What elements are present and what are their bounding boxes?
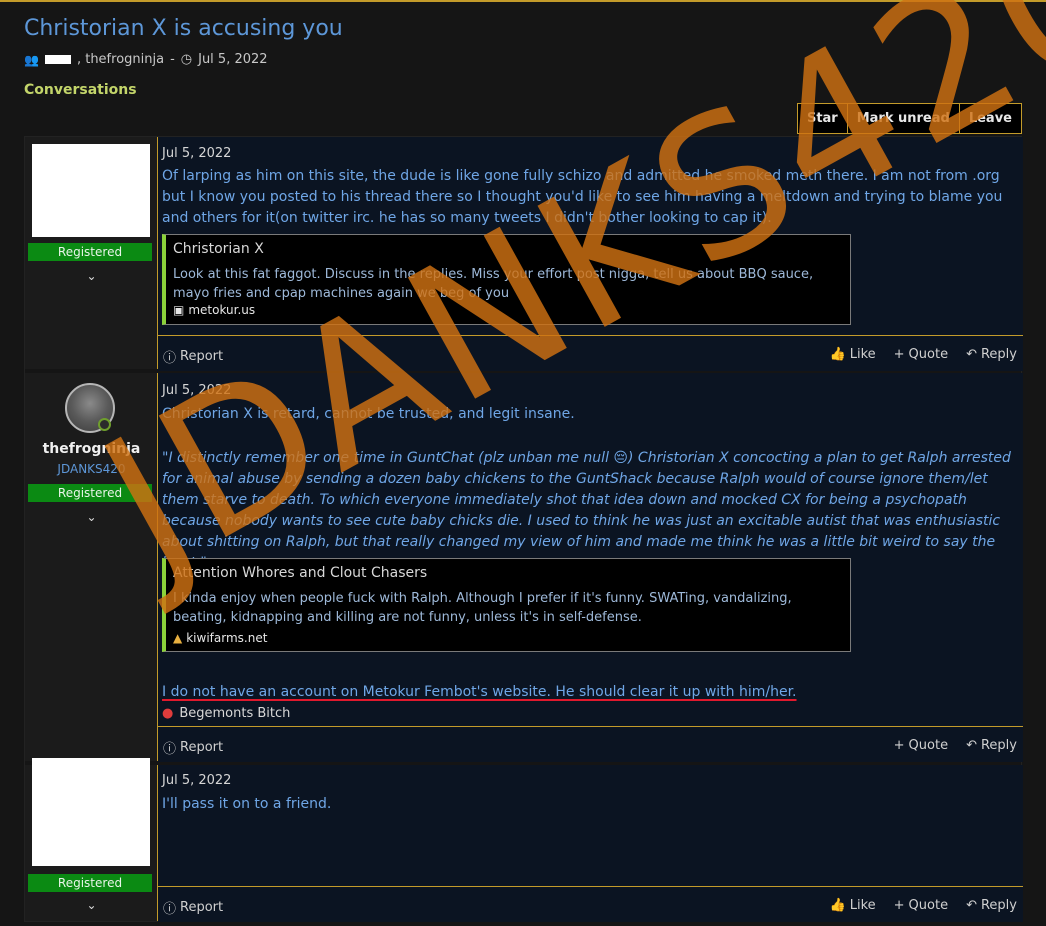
conversation-actions: Star Mark unread Leave xyxy=(796,103,1022,134)
page-title: Christorian X is accusing you xyxy=(24,16,343,41)
message-body: Jul 5, 2022 I'll pass it on to a friend.… xyxy=(158,765,1023,922)
report-label: Report xyxy=(180,740,224,755)
redacted-name xyxy=(44,55,71,64)
message-text: I do not have an account on Metokur Femb… xyxy=(162,684,797,700)
quote-title[interactable]: Attention Whores and Clout Chasers xyxy=(173,565,427,581)
quote-button[interactable]: + Quote xyxy=(894,738,948,753)
quote-button[interactable]: + Quote xyxy=(894,347,948,362)
message: thefrogninja JDANKS420 Registered ⌄ Jul … xyxy=(25,373,1023,762)
site-icon: ▲ xyxy=(173,631,183,645)
quote-text: I kinda enjoy when people fuck with Ralp… xyxy=(173,591,792,625)
username[interactable]: thefrogninja xyxy=(25,441,158,457)
participants-icon: 👥 xyxy=(24,52,39,67)
report-button[interactable]: ⓘ Report xyxy=(163,898,223,917)
reply-button[interactable]: ↶ Reply xyxy=(966,347,1017,362)
message-user-panel: Registered ⌄ xyxy=(25,758,158,921)
chevron-down-icon[interactable]: ⌄ xyxy=(25,898,158,912)
message-body: Jul 5, 2022 Christorian X is retard, can… xyxy=(158,373,1023,762)
quote-source[interactable]: metokur.us xyxy=(188,303,255,317)
reply-icon: ↶ xyxy=(966,738,977,753)
message: Registered ⌄ Jul 5, 2022 Of larping as h… xyxy=(25,137,1023,371)
quote-source[interactable]: kiwifarms.net xyxy=(186,631,267,645)
message-user-panel: thefrogninja JDANKS420 Registered ⌄ xyxy=(25,373,158,761)
conversation-meta: 👥 , thefrogninja - ◷ Jul 5, 2022 xyxy=(24,52,268,67)
site-icon: ▣ xyxy=(173,303,185,317)
quote-title[interactable]: Christorian X xyxy=(173,241,264,257)
thumbs-up-icon: 👍 xyxy=(829,347,846,362)
like-button[interactable]: 👍 Like xyxy=(830,347,876,362)
reply-button[interactable]: ↶ Reply xyxy=(966,898,1017,913)
message-list: Registered ⌄ Jul 5, 2022 Of larping as h… xyxy=(24,136,1023,922)
avatar[interactable] xyxy=(32,144,150,237)
message-user-panel: Registered ⌄ xyxy=(25,137,158,369)
star-button[interactable]: Star xyxy=(798,104,848,133)
message-text: I'll pass it on to a friend. xyxy=(162,796,332,812)
chevron-down-icon[interactable]: ⌄ xyxy=(25,269,158,283)
report-label: Report xyxy=(180,900,224,915)
signature: Begemonts Bitch xyxy=(179,706,291,721)
like-button[interactable]: 👍 Like xyxy=(830,898,876,913)
leave-button[interactable]: Leave xyxy=(960,104,1021,133)
report-icon: ⓘ xyxy=(163,902,177,917)
user-badge: Registered xyxy=(28,484,152,502)
report-label: Report xyxy=(180,349,224,364)
reply-icon: ↶ xyxy=(966,898,977,913)
message-date[interactable]: Jul 5, 2022 xyxy=(162,146,231,161)
message-footer: ⓘ Report 👍 Like + Quote ↶ Reply xyxy=(158,886,1023,922)
reply-icon: ↶ xyxy=(966,347,977,362)
embed-quote[interactable]: Christorian X Look at this fat faggot. D… xyxy=(162,234,851,325)
clock-icon: ◷ xyxy=(180,52,193,67)
avatar[interactable] xyxy=(32,758,150,866)
user-title: JDANKS420 xyxy=(57,462,126,476)
online-status-icon xyxy=(98,418,111,431)
mark-unread-button[interactable]: Mark unread xyxy=(848,104,960,133)
plus-icon: + xyxy=(893,898,905,913)
embed-quote[interactable]: Attention Whores and Clout Chasers I kin… xyxy=(162,558,851,652)
user-badge: Registered xyxy=(28,874,152,892)
quoted-paragraph: "I distinctly remember one time in GuntC… xyxy=(162,450,1011,571)
message: Registered ⌄ Jul 5, 2022 I'll pass it on… xyxy=(25,758,1023,922)
message-body: Jul 5, 2022 Of larping as him on this si… xyxy=(158,137,1023,371)
reply-button[interactable]: ↶ Reply xyxy=(966,738,1017,753)
message-text: Christorian X is retard, cannot be trust… xyxy=(162,406,575,422)
message-footer: ⓘ Report + Quote ↶ Reply xyxy=(158,726,1023,762)
quote-button[interactable]: + Quote xyxy=(894,898,948,913)
breadcrumb[interactable]: Conversations xyxy=(24,82,137,98)
plus-icon: + xyxy=(893,738,905,753)
message-date[interactable]: Jul 5, 2022 xyxy=(162,383,231,398)
message-footer: ⓘ Report 👍 Like + Quote ↶ Reply xyxy=(158,335,1023,371)
message-date[interactable]: Jul 5, 2022 xyxy=(162,773,231,788)
quote-text: Look at this fat faggot. Discuss in the … xyxy=(173,267,814,301)
thumbs-up-icon: 👍 xyxy=(829,898,846,913)
start-date[interactable]: Jul 5, 2022 xyxy=(198,52,267,67)
participants[interactable]: , thefrogninja xyxy=(77,52,164,67)
report-icon: ⓘ xyxy=(163,742,177,757)
user-badge: Registered xyxy=(28,243,152,261)
report-button[interactable]: ⓘ Report xyxy=(163,347,223,366)
plus-icon: + xyxy=(893,347,905,362)
chevron-down-icon[interactable]: ⌄ xyxy=(25,510,158,524)
message-text: Of larping as him on this site, the dude… xyxy=(162,168,1003,226)
report-icon: ⓘ xyxy=(163,351,177,366)
strawberry-icon: ● xyxy=(162,706,174,721)
report-button[interactable]: ⓘ Report xyxy=(163,738,223,757)
